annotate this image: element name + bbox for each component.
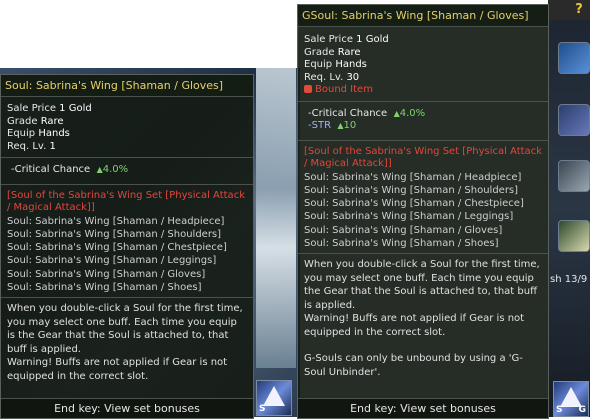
inventory-slot[interactable]: [558, 220, 590, 252]
tooltip-title: Soul: Sabrina's Wing [Shaman / Gloves]: [1, 75, 253, 97]
side-partial-text: sh 13/9: [550, 274, 588, 285]
inventory-slot[interactable]: [558, 160, 590, 192]
tooltip-stats-section: -Critical Chance ▲4.0% -STR ▲10: [298, 102, 548, 141]
info-value: Rare: [337, 46, 361, 58]
description-text: When you double-click a Soul for the fir…: [304, 259, 540, 311]
info-label: Grade: [304, 46, 335, 58]
description-text: When you double-click a Soul for the fir…: [7, 303, 243, 355]
set-item: Soul: Sabrina's Wing [Shaman / Chestpiec…: [7, 242, 227, 254]
set-item: Soul: Sabrina's Wing [Shaman / Gloves]: [7, 268, 206, 280]
set-item: Soul: Sabrina's Wing [Shaman / Leggings]: [7, 255, 217, 267]
bound-row: Bound Item: [304, 84, 542, 97]
info-value: Hands: [38, 128, 70, 139]
set-item: Soul: Sabrina's Wing [Shaman / Headpiece…: [7, 215, 225, 227]
warning-text: Warning! Buffs are not applied if Gear i…: [7, 357, 228, 382]
stat-row: -STR ▲10: [308, 120, 538, 133]
set-name: [Soul of the Sabrina's Wing Set [Physica…: [304, 145, 542, 170]
set-item: Soul: Sabrina's Wing [Shaman / Leggings]: [304, 211, 514, 223]
info-label: Req. Lv.: [304, 71, 344, 83]
info-label: Sale Price: [304, 34, 353, 45]
info-value: Rare: [40, 115, 64, 127]
stat-value: 4.0%: [399, 107, 426, 119]
stat-value: 4.0%: [102, 164, 129, 175]
info-row: Equip Hands: [7, 128, 247, 141]
set-item: Soul: Sabrina's Wing [Shaman / Gloves]: [304, 224, 503, 236]
stat-row: -Critical Chance ▲4.0%: [308, 108, 538, 121]
gsoul-badge: G: [578, 405, 586, 415]
info-value: 30: [346, 71, 360, 83]
tooltip-description: When you double-click a Soul for the fir…: [1, 298, 253, 387]
stat-name: -Critical Chance: [11, 164, 91, 175]
help-button[interactable]: ?: [571, 2, 587, 18]
info-row: Req. Lv. 30: [304, 72, 542, 85]
game-background-snow: [256, 68, 296, 368]
info-value: 1: [49, 140, 56, 152]
tooltip-info-section: Sale Price 1 Gold Grade Rare Equip Hands…: [298, 27, 548, 102]
lock-icon: [304, 85, 312, 93]
info-label: Sale Price: [7, 103, 56, 114]
info-value: 1 Gold: [356, 34, 389, 45]
set-item: Soul: Sabrina's Wing [Shaman / Chestpiec…: [304, 198, 524, 210]
soul-badge: S: [259, 404, 266, 414]
info-row: Equip Hands: [304, 59, 542, 72]
info-label: Equip: [304, 59, 333, 70]
info-row: Req. Lv. 1: [7, 141, 247, 154]
stat-value: 10: [343, 120, 357, 131]
tooltip-stats-section: -Critical Chance ▲4.0%: [1, 158, 253, 185]
set-name: [Soul of the Sabrina's Wing Set [Physica…: [7, 189, 245, 214]
gsoul-item-icon[interactable]: S G: [553, 381, 589, 417]
info-row: Sale Price 1 Gold: [7, 103, 247, 116]
soul-badge: S: [556, 405, 563, 415]
tooltip-set-section: [Soul of the Sabrina's Wing Set [Physica…: [298, 141, 548, 255]
stat-row: -Critical Chance ▲4.0%: [11, 164, 243, 177]
info-label: Req. Lv.: [7, 140, 47, 152]
info-label: Equip: [7, 128, 36, 139]
tooltip-footer: End key: View set bonuses: [1, 398, 253, 418]
info-row: Grade Rare: [304, 47, 542, 60]
stat-name: -Critical Chance: [308, 107, 388, 119]
tooltip-set-section: [Soul of the Sabrina's Wing Set [Physica…: [1, 185, 253, 299]
set-item: Soul: Sabrina's Wing [Shaman / Shoulders…: [7, 228, 222, 240]
tooltip-description: When you double-click a Soul for the fir…: [298, 254, 548, 383]
info-row: Sale Price 1 Gold: [304, 34, 542, 47]
set-item: Soul: Sabrina's Wing [Shaman / Shoes]: [304, 237, 499, 249]
item-tooltip-gsoul: GSoul: Sabrina's Wing [Shaman / Gloves] …: [297, 4, 549, 419]
inventory-slot[interactable]: [558, 104, 590, 136]
set-item: Soul: Sabrina's Wing [Shaman / Shoes]: [7, 281, 202, 293]
stat-name: -STR: [308, 120, 332, 131]
triangle-gem-icon: [263, 386, 285, 406]
soul-item-icon[interactable]: S: [256, 380, 292, 416]
set-item: Soul: Sabrina's Wing [Shaman / Headpiece…: [304, 171, 522, 183]
item-tooltip-soul: Soul: Sabrina's Wing [Shaman / Gloves] S…: [0, 74, 254, 419]
set-item: Soul: Sabrina's Wing [Shaman / Shoulders…: [304, 184, 519, 196]
info-value: Hands: [335, 59, 367, 70]
info-row: Grade Rare: [7, 116, 247, 129]
tooltip-title: GSoul: Sabrina's Wing [Shaman / Gloves]: [298, 5, 548, 27]
bound-label: Bound Item: [315, 84, 373, 95]
info-value: 1 Gold: [59, 103, 92, 114]
unbind-text: G-Souls can only be unbound by using a '…: [304, 353, 523, 378]
tooltip-footer: End key: View set bonuses: [298, 398, 548, 418]
info-label: Grade: [7, 115, 38, 127]
tooltip-info-section: Sale Price 1 Gold Grade Rare Equip Hands…: [1, 97, 253, 158]
warning-text: Warning! Buffs are not applied if Gear i…: [304, 313, 525, 338]
inventory-slot[interactable]: [558, 42, 590, 74]
triangle-gem-icon: [560, 387, 582, 407]
